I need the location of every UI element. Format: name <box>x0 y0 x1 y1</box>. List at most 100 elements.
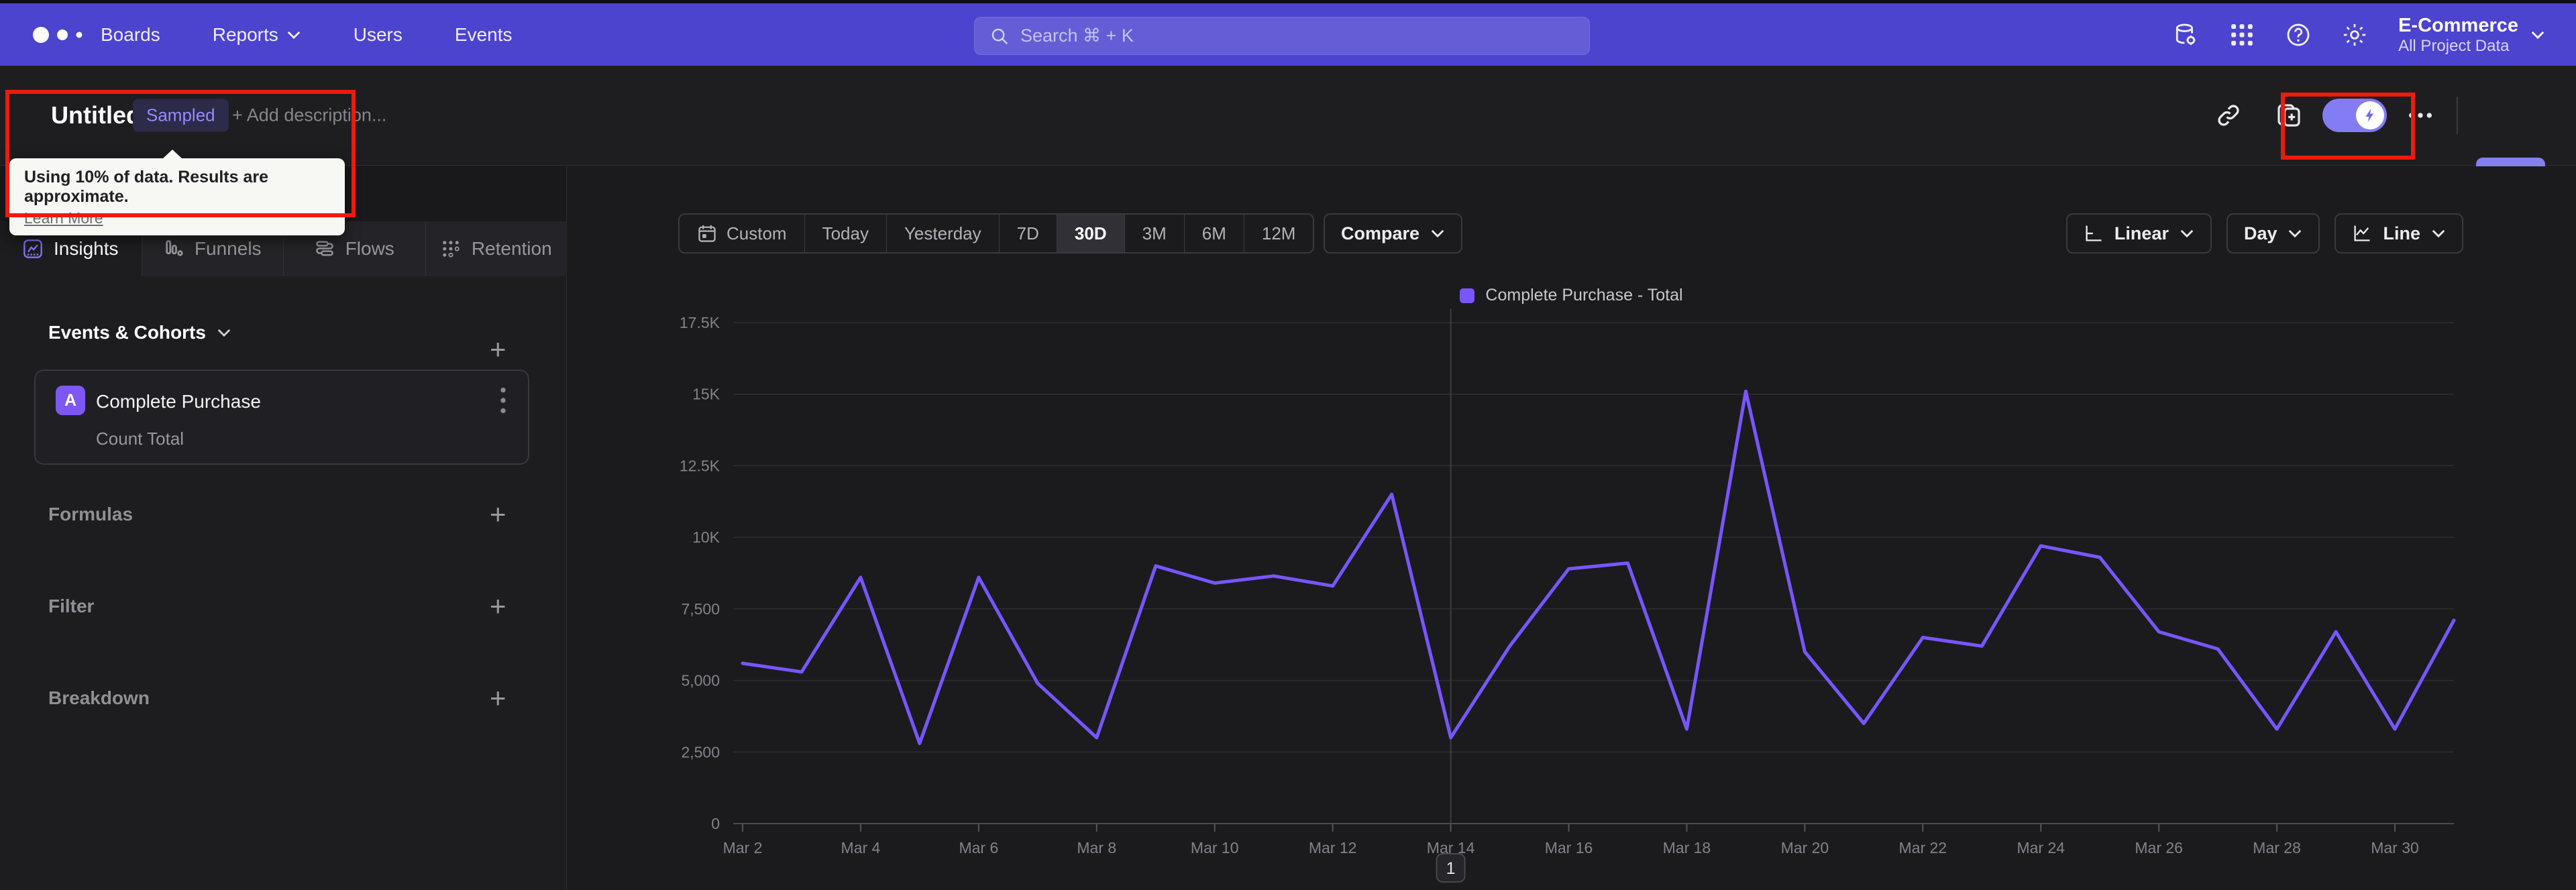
scale-label: Linear <box>2114 223 2169 243</box>
nav-item-events[interactable]: Events <box>455 24 513 46</box>
tooltip-text: Using 10% of data. Results are approxima… <box>24 168 269 206</box>
range-label: 6M <box>1201 223 1226 243</box>
project-scope: All Project Data <box>2398 36 2510 55</box>
lightning-bolt-icon <box>2365 109 2373 122</box>
range-12m[interactable]: 12M <box>1243 215 1313 252</box>
project-name: E-Commerce <box>2398 14 2518 36</box>
nav-items: Boards Reports Users Events <box>101 24 513 46</box>
line-chart[interactable]: 0 2,500 5,000 7,500 10K 12.5K 15K 17.5K Mar 2 Mar… <box>567 166 2576 890</box>
more-options-icon[interactable] <box>2407 102 2434 129</box>
y-axis-label: 7,500 <box>681 600 720 618</box>
x-axis-label: Mar 6 <box>959 839 998 856</box>
granularity-dropdown[interactable]: Day <box>2226 213 2320 254</box>
chart-display-controls: Linear Day Line <box>2065 213 2463 254</box>
tooltip-arrow <box>162 150 182 159</box>
copy-link-icon[interactable] <box>2215 102 2242 129</box>
y-axis-label: 5,000 <box>681 672 720 689</box>
range-custom[interactable]: Custom <box>680 215 804 252</box>
y-axis-label: 0 <box>711 815 720 832</box>
range-30d[interactable]: 30D <box>1056 215 1124 252</box>
range-3m[interactable]: 3M <box>1124 215 1184 252</box>
scale-dropdown[interactable]: Linear <box>2065 213 2212 254</box>
chart-type-dropdown[interactable]: Line <box>2334 213 2463 254</box>
search-icon <box>991 28 1008 44</box>
events-cohorts-header[interactable]: Events & Cohorts <box>48 322 231 343</box>
chart-legend[interactable]: Complete Purchase - Total <box>567 286 2576 305</box>
query-builder-sidebar: Insights Funnels Flows Retention Events … <box>0 166 567 890</box>
project-switcher[interactable]: E-Commerce All Project Data <box>2398 14 2545 56</box>
nav-item-users[interactable]: Users <box>354 24 402 46</box>
series-line[interactable] <box>741 389 2456 745</box>
range-yesterday[interactable]: Yesterday <box>885 215 999 252</box>
nav-right: E-Commerce All Project Data <box>2173 3 2545 66</box>
add-formulas-button[interactable]: + <box>490 500 506 529</box>
sampling-toggle[interactable] <box>2322 99 2387 132</box>
range-label: 30D <box>1074 223 1107 243</box>
range-label: Yesterday <box>904 223 981 243</box>
event-options-icon[interactable] <box>500 387 506 414</box>
nav-item-reports[interactable]: Reports <box>213 24 301 46</box>
compare-button[interactable]: Compare <box>1324 213 1463 254</box>
event-metric[interactable]: Count Total <box>96 429 184 449</box>
add-description[interactable]: + Add description... <box>232 105 386 126</box>
x-axis-label: Mar 4 <box>841 839 881 856</box>
granularity-label: Day <box>2243 223 2277 243</box>
sampling-tooltip: Using 10% of data. Results are approxima… <box>9 150 345 235</box>
nav-item-boards[interactable]: Boards <box>101 24 160 46</box>
chevron-down-icon <box>287 31 300 39</box>
compare-label: Compare <box>1341 223 1420 243</box>
range-label: 7D <box>1016 223 1039 243</box>
event-letter-badge: A <box>56 386 85 415</box>
range-label: 12M <box>1261 223 1296 243</box>
header-divider <box>2457 97 2458 134</box>
annotation-marker-label: 1 <box>1446 859 1456 878</box>
learn-more-link[interactable]: Learn More <box>24 209 103 227</box>
linear-scale-icon <box>2086 225 2102 241</box>
section-filter: Filter + <box>0 588 567 625</box>
sampled-badge[interactable]: Sampled <box>133 99 229 132</box>
legend-label: Complete Purchase - Total <box>1485 286 1683 304</box>
x-axis-label: Mar 22 <box>1899 839 1947 856</box>
x-axis-label: Mar 24 <box>2017 839 2065 856</box>
calendar-icon <box>698 225 716 242</box>
event-name[interactable]: Complete Purchase <box>96 391 261 412</box>
chevron-down-icon <box>2180 229 2194 238</box>
nav-item-label: Events <box>454 23 513 45</box>
range-6m[interactable]: 6M <box>1183 215 1244 252</box>
report-title[interactable]: Untitled <box>51 101 141 129</box>
tab-label: Flows <box>345 238 394 259</box>
x-axis-label: Mar 2 <box>723 839 763 856</box>
tab-retention[interactable]: Retention <box>425 221 567 276</box>
help-icon[interactable] <box>2286 22 2311 48</box>
chevron-down-icon <box>2289 229 2302 238</box>
x-axis-label: Mar 20 <box>1781 839 1829 856</box>
add-event-button[interactable]: + <box>490 335 506 364</box>
range-label: Today <box>822 223 869 243</box>
events-cohorts-label: Events & Cohorts <box>48 322 206 343</box>
range-label: 3M <box>1142 223 1167 243</box>
section-breakdown: Breakdown + <box>0 679 567 717</box>
mixpanel-logo-icon[interactable] <box>31 25 93 45</box>
range-label: Custom <box>727 223 787 243</box>
search-input[interactable]: Search ⌘ + K <box>974 17 1590 55</box>
add-filter-button[interactable]: + <box>490 592 506 620</box>
range-7d[interactable]: 7D <box>998 215 1057 252</box>
chart-type-label: Line <box>2383 223 2420 243</box>
section-label: Formulas <box>48 504 133 524</box>
retention-icon <box>443 241 460 258</box>
data-management-icon[interactable] <box>2173 22 2198 48</box>
chevron-down-icon <box>1431 229 1444 238</box>
range-today[interactable]: Today <box>804 215 886 252</box>
add-breakdown-button[interactable]: + <box>490 684 506 712</box>
section-formulas: Formulas + <box>0 496 567 533</box>
settings-gear-icon[interactable] <box>2342 22 2367 48</box>
event-card[interactable]: A Complete Purchase Count Total <box>34 370 529 465</box>
x-axis-label: Mar 30 <box>2371 839 2419 856</box>
y-axis-label: 17.5K <box>680 314 720 331</box>
x-axis-label: Mar 10 <box>1191 839 1239 856</box>
apps-grid-icon[interactable] <box>2229 22 2255 48</box>
x-axis-label: Mar 16 <box>1545 839 1593 856</box>
tab-label: Retention <box>471 238 552 259</box>
funnels-icon <box>166 240 183 256</box>
add-to-board-icon[interactable] <box>2275 102 2302 129</box>
